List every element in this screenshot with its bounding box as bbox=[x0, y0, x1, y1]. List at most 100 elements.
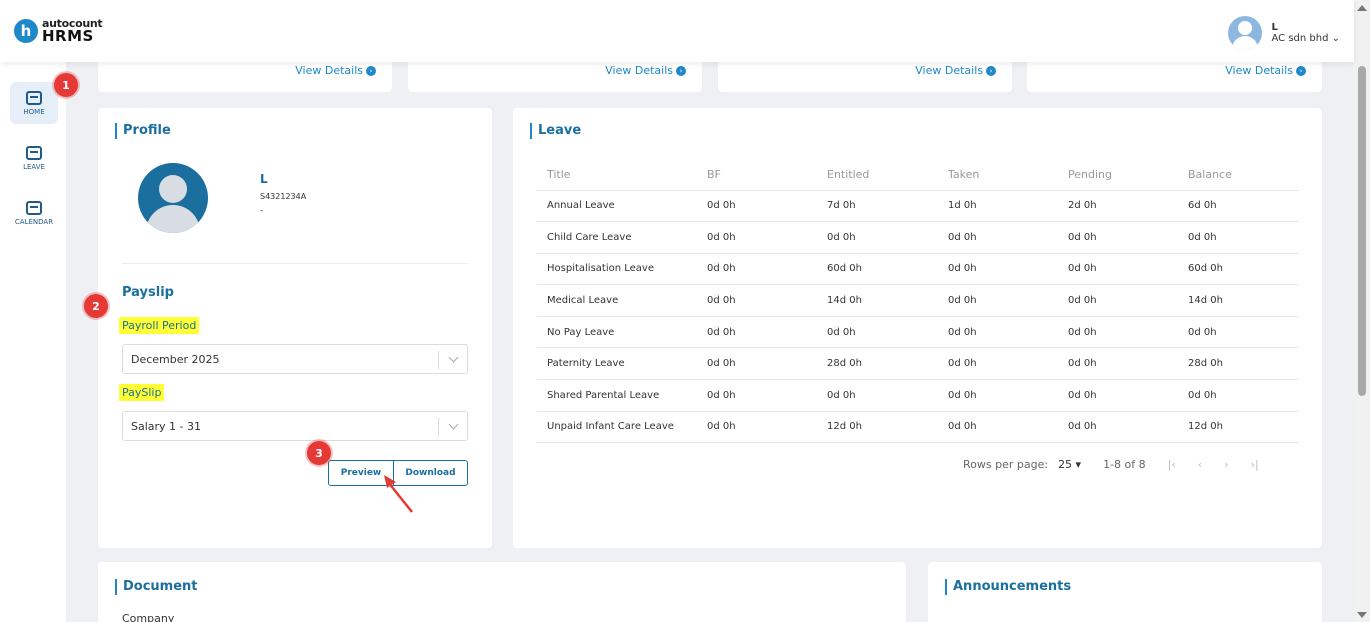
sidebar-item-calendar[interactable]: CALENDAR bbox=[10, 192, 58, 234]
table-header-row: Title BF Entitled Taken Pending Balance bbox=[537, 160, 1299, 191]
page-scrollbar[interactable] bbox=[1354, 0, 1370, 622]
leave-card: Leave Title BF Entitled Taken Pending Ba… bbox=[513, 108, 1322, 548]
leave-table: Title BF Entitled Taken Pending Balance … bbox=[537, 160, 1299, 444]
column-header[interactable]: Taken bbox=[938, 160, 1058, 191]
leave-value-cell: 60d 0h bbox=[1178, 253, 1299, 286]
leave-value-cell: 0d 0h bbox=[1058, 379, 1178, 412]
profile-id: S4321234A bbox=[260, 192, 307, 201]
user-name: L bbox=[1271, 22, 1278, 33]
rows-per-page-select[interactable]: 25 ▾ bbox=[1058, 458, 1081, 471]
step-badge-3: 3 bbox=[307, 441, 331, 465]
first-page-icon[interactable]: |‹ bbox=[1168, 458, 1176, 471]
leave-value-cell: 0d 0h bbox=[697, 316, 817, 349]
table-row: Paternity Leave 0d 0h 28d 0h 0d 0h 0d 0h 28d … bbox=[537, 347, 1299, 381]
document-card: Document Company bbox=[98, 562, 906, 622]
pagination: Rows per page: 25 ▾ 1-8 of 8 |‹ ‹ › ›| bbox=[963, 458, 1259, 471]
leave-value-cell: 60d 0h bbox=[817, 253, 938, 286]
leave-value-cell: 0d 0h bbox=[1058, 284, 1178, 317]
logo-mark: h bbox=[14, 19, 38, 43]
leave-value-cell: 0d 0h bbox=[1178, 221, 1299, 254]
leave-value-cell: 0d 0h bbox=[697, 411, 817, 444]
leave-value-cell: 0d 0h bbox=[938, 221, 1058, 254]
announcements-card: Announcements bbox=[928, 562, 1322, 622]
leave-value-cell: 28d 0h bbox=[817, 347, 938, 381]
arrow-circle-icon: › bbox=[1296, 65, 1306, 76]
leave-value-cell: 14d 0h bbox=[817, 284, 938, 317]
leave-value-cell: 0d 0h bbox=[1058, 411, 1178, 444]
leave-value-cell: 12d 0h bbox=[1178, 411, 1299, 444]
leave-value-cell: 0d 0h bbox=[938, 379, 1058, 412]
table-row: Hospitalisation Leave 0d 0h 60d 0h 0d 0h 0d … bbox=[537, 253, 1299, 286]
leave-value-cell: 1d 0h bbox=[938, 190, 1058, 223]
table-row: Annual Leave 0d 0h 7d 0h 1d 0h 2d 0h 6d 0h bbox=[537, 190, 1299, 223]
column-header[interactable]: Entitled bbox=[817, 160, 938, 191]
chevron-down-icon bbox=[448, 419, 459, 430]
leave-type-cell: Child Care Leave bbox=[537, 221, 697, 254]
column-header[interactable]: Pending bbox=[1058, 160, 1178, 191]
scroll-thumb[interactable] bbox=[1358, 66, 1366, 396]
leave-value-cell: 0d 0h bbox=[697, 347, 817, 381]
logo-bottom-text: HRMS bbox=[42, 27, 94, 45]
column-header[interactable]: Title bbox=[537, 160, 697, 191]
sidebar-item-leave[interactable]: LEAVE bbox=[10, 137, 58, 179]
step-badge-1: 1 bbox=[54, 73, 78, 97]
leave-value-cell: 6d 0h bbox=[1178, 190, 1299, 223]
user-menu[interactable]: L AC sdn bhd ⌄ bbox=[1227, 16, 1341, 50]
table-row: No Pay Leave 0d 0h 0d 0h 0d 0h 0d 0h 0d 0h bbox=[537, 316, 1299, 349]
leave-type-cell: Hospitalisation Leave bbox=[537, 253, 697, 286]
leave-value-cell: 28d 0h bbox=[1178, 347, 1299, 381]
company-selector[interactable]: AC sdn bhd ⌄ bbox=[1272, 33, 1341, 44]
leave-value-cell: 12d 0h bbox=[817, 411, 938, 444]
leave-value-cell: 14d 0h bbox=[1178, 284, 1299, 317]
leave-type-cell: Shared Parental Leave bbox=[537, 379, 697, 412]
arrow-circle-icon: › bbox=[676, 65, 686, 76]
document-item[interactable]: Company bbox=[122, 612, 174, 622]
scroll-up-icon[interactable] bbox=[1357, 5, 1367, 11]
payslip-title: Payslip bbox=[122, 285, 174, 300]
profile-extra: - bbox=[260, 206, 264, 216]
leave-value-cell: 0d 0h bbox=[697, 253, 817, 286]
leave-value-cell: 0d 0h bbox=[1178, 379, 1299, 412]
chevron-down-icon bbox=[448, 352, 459, 363]
leave-value-cell: 0d 0h bbox=[817, 221, 938, 254]
sidebar-item-label: CALENDAR bbox=[14, 217, 54, 226]
view-details-link[interactable]: View Details › bbox=[915, 64, 996, 77]
sidebar-item-home[interactable]: HOME bbox=[10, 82, 58, 124]
leave-type-cell: Paternity Leave bbox=[537, 347, 697, 381]
column-header[interactable]: BF bbox=[697, 160, 817, 191]
payroll-period-select[interactable]: December 2025 bbox=[122, 344, 468, 374]
table-row: Child Care Leave 0d 0h 0d 0h 0d 0h 0d 0h 0d 0… bbox=[537, 221, 1299, 254]
rows-per-page-label: Rows per page: bbox=[963, 458, 1049, 471]
leave-value-cell: 7d 0h bbox=[817, 190, 938, 223]
annotation-arrow-icon bbox=[384, 475, 413, 513]
leave-value-cell: 0d 0h bbox=[938, 316, 1058, 349]
leave-value-cell: 0d 0h bbox=[938, 347, 1058, 381]
view-details-link[interactable]: View Details › bbox=[295, 64, 376, 77]
next-page-icon[interactable]: › bbox=[1224, 458, 1228, 471]
leave-value-cell: 0d 0h bbox=[697, 221, 817, 254]
arrow-circle-icon: › bbox=[986, 65, 996, 76]
last-page-icon[interactable]: ›| bbox=[1251, 458, 1259, 471]
leave-value-cell: 0d 0h bbox=[697, 190, 817, 223]
leave-icon bbox=[26, 145, 42, 160]
leave-value-cell: 0d 0h bbox=[1058, 253, 1178, 286]
app-logo[interactable]: h autocount HRMS bbox=[14, 18, 103, 45]
leave-value-cell: 0d 0h bbox=[1058, 316, 1178, 349]
sidebar: HOME LEAVE CALENDAR bbox=[0, 62, 66, 622]
payslip-select[interactable]: Salary 1 - 31 bbox=[122, 411, 468, 441]
leave-value-cell: 0d 0h bbox=[1178, 316, 1299, 349]
table-row: Unpaid Infant Care Leave 0d 0h 12d 0h 0d 0h… bbox=[537, 411, 1299, 444]
view-details-link[interactable]: View Details › bbox=[1225, 64, 1306, 77]
table-row: Medical Leave 0d 0h 14d 0h 0d 0h 0d 0h 14d 0h bbox=[537, 284, 1299, 317]
leave-value-cell: 0d 0h bbox=[938, 284, 1058, 317]
leave-value-cell: 0d 0h bbox=[938, 411, 1058, 444]
page-range: 1-8 of 8 bbox=[1103, 458, 1146, 471]
column-header[interactable]: Balance bbox=[1178, 160, 1299, 191]
leave-title: Leave bbox=[530, 123, 581, 139]
leave-type-cell: Unpaid Infant Care Leave bbox=[537, 411, 697, 444]
scroll-down-icon[interactable] bbox=[1357, 612, 1367, 618]
prev-page-icon[interactable]: ‹ bbox=[1198, 458, 1202, 471]
home-icon bbox=[26, 90, 42, 105]
view-details-link[interactable]: View Details › bbox=[605, 64, 686, 77]
leave-type-cell: Medical Leave bbox=[537, 284, 697, 317]
